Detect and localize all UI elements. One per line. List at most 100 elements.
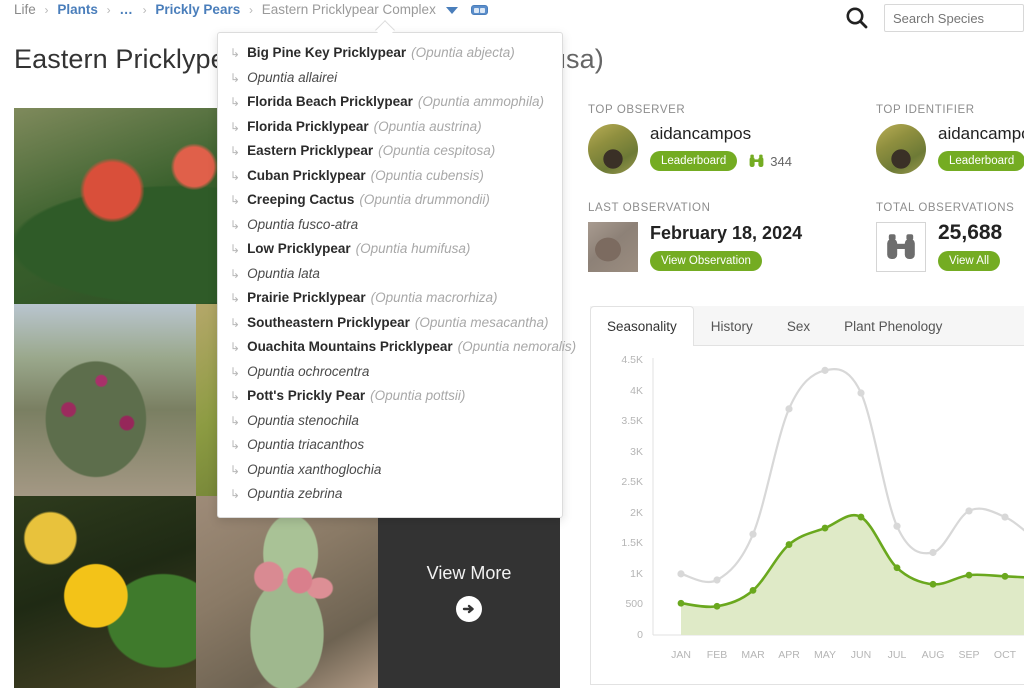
taxon-dropdown-item[interactable]: ↳ Cuban Pricklypear (Opuntia cubensis) [218,164,562,189]
taxon-dropdown-item[interactable]: ↳ Low Pricklypear (Opuntia humifusa) [218,237,562,262]
taxon-scientific-name: (Opuntia humifusa) [355,241,471,256]
search-input[interactable] [884,4,1024,32]
top-identifier-username[interactable]: aidancampos [938,124,1024,144]
view-all-button[interactable]: View All [938,251,1001,271]
data-point [713,602,721,610]
last-observation-date: February 18, 2024 [650,223,803,243]
top-observer-heading: TOP OBSERVER [588,104,686,116]
taxon-common-name: Southeastern Pricklypear [247,314,410,330]
breadcrumb-item-ellipsis[interactable]: … [119,2,134,17]
subtaxon-arrow-icon: ↳ [230,389,241,403]
taxon-scientific-name: Opuntia fusco-atra [247,216,359,232]
total-observations-count: 25,688 [938,221,1003,244]
chart-tabs: Seasonality History Sex Plant Phenology [590,306,1024,346]
seasonality-chart: 0 500 1K 1.5K 2K 2.5K 3K 3.5K 4K 4.5K JAN FEB MAR APR… [590,346,1024,685]
taxon-dropdown-item[interactable]: ↳ Opuntia ochrocentra [218,360,562,385]
chevron-down-icon[interactable] [445,6,458,14]
taxon-dropdown-item[interactable]: ↳ Ouachita Mountains Pricklypear (Opuntia … [218,335,576,360]
photo-tile-magenta-fruit-cluster[interactable] [14,304,196,496]
search-icon[interactable] [844,5,870,31]
y-axis-tick-label: 2.5K [621,476,643,489]
data-point [749,530,757,538]
taxon-dropdown-item[interactable]: ↳ Florida Pricklypear (Opuntia austrina) [218,115,562,140]
subtaxon-arrow-icon: ↳ [230,413,241,428]
photo-tile-pink-fruit-pad[interactable] [196,496,378,688]
last-observation-thumbnail[interactable] [588,222,638,272]
last-observation-heading: LAST OBSERVATION [588,202,711,214]
breadcrumb-separator: › [106,3,111,17]
avatar[interactable] [588,124,638,174]
top-identifier-block: TOP IDENTIFIER aidancampos Leaderboard [876,104,1024,174]
chart-card: Seasonality History Sex Plant Phenology … [590,306,1024,686]
leaderboard-button[interactable]: Leaderboard [650,151,738,171]
subtaxon-arrow-icon: ↳ [230,168,241,183]
top-observer-username[interactable]: aidancampos [650,124,792,144]
arrow-right-circle-icon [456,595,482,622]
y-axis-tick-label: 3.5K [621,415,643,428]
y-axis-tick-label: 3K [630,445,643,458]
taxon-common-name: Pott's Prickly Pear [247,388,366,403]
subtaxon-arrow-icon: ↳ [230,487,241,501]
avatar[interactable] [876,124,926,174]
subtaxon-arrow-icon: ↳ [230,70,241,85]
chart-plot [652,358,1024,636]
taxon-dropdown-item[interactable]: ↳ Prairie Pricklypear (Opuntia macrorhiza) [218,286,562,311]
taxon-dropdown-item[interactable]: ↳ Opuntia xanthoglochia [218,458,562,483]
breadcrumb-item-prickly-pears[interactable]: Prickly Pears [155,2,240,17]
taxon-common-name: Low Pricklypear [247,241,351,256]
taxon-dropdown-menu[interactable]: ↳ Big Pine Key Pricklypear (Opuntia abject… [217,32,576,518]
data-point [965,571,973,579]
y-axis-tick-label: 500 [625,598,643,611]
photo-tile-yellow-flower-closeup[interactable] [14,496,196,688]
subtaxon-arrow-icon: ↳ [230,291,241,305]
taxon-dropdown-item[interactable]: ↳ Opuntia triacanthos [218,433,562,458]
data-point [1001,572,1009,580]
taxon-dropdown-item[interactable]: ↳ Opuntia lata [218,262,562,287]
y-axis-tick-label: 0 [637,629,643,641]
taxon-dropdown-item[interactable]: ↳ Opuntia allairei [218,66,562,91]
breadcrumb-item-plants[interactable]: Plants [57,2,98,17]
y-axis-tick-label: 1.5K [621,537,643,550]
taxon-scientific-name: (Opuntia macrorhiza) [370,290,498,305]
rank-badge-icon [471,5,489,16]
tab-history[interactable]: History [694,306,770,346]
subtaxon-arrow-icon: ↳ [230,95,241,109]
view-more-tile[interactable]: View More [378,496,560,688]
data-point [821,524,829,532]
taxon-common-name: Eastern Pricklypear [247,143,374,158]
taxon-dropdown-item[interactable]: ↳ Pott's Prickly Pear (Opuntia pottsii) [218,384,562,409]
tab-seasonality[interactable]: Seasonality [590,306,694,346]
leaderboard-button[interactable]: Leaderboard [938,151,1024,171]
taxon-dropdown-item[interactable]: ↳ Opuntia zebrina [218,482,562,507]
x-axis-tick-label: MAY [814,649,836,661]
y-axis-tick-label: 4.5K [621,354,643,366]
subtaxon-arrow-icon: ↳ [230,438,241,452]
subtaxon-arrow-icon: ↳ [230,193,241,207]
taxon-scientific-name: (Opuntia abjecta) [411,45,515,60]
taxon-dropdown-item[interactable]: ↳ Southeastern Pricklypear (Opuntia mesaca… [218,311,562,336]
taxon-scientific-name: Opuntia lata [247,265,320,281]
x-axis-tick-label: SEP [958,649,980,661]
data-point [965,507,973,515]
view-observation-button[interactable]: View Observation [650,251,762,271]
subtaxon-arrow-icon: ↳ [230,315,241,330]
x-axis-tick-label: MAR [741,649,765,661]
taxon-dropdown-item[interactable]: ↳ Big Pine Key Pricklypear (Opuntia abject… [218,41,562,66]
subtaxon-arrow-icon: ↳ [230,462,241,477]
top-observer-block: TOP OBSERVER aidancampos Leaderboard 344 [588,104,792,174]
taxon-dropdown-item[interactable]: ↳ Eastern Pricklypear (Opuntia cespitosa) [218,139,562,164]
tab-sex[interactable]: Sex [770,306,827,346]
taxon-common-name: Florida Beach Pricklypear [247,94,413,109]
data-point [929,580,937,588]
x-axis-tick-label: JUN [850,649,872,661]
breadcrumb-item-life[interactable]: Life [14,2,36,17]
taxon-dropdown-item[interactable]: ↳ Florida Beach Pricklypear (Opuntia ammop… [218,90,562,115]
taxon-dropdown-item[interactable]: ↳ Opuntia fusco-atra [218,213,562,238]
data-point [821,366,829,374]
subtaxon-arrow-icon: ↳ [230,119,241,134]
taxon-dropdown-item[interactable]: ↳ Creeping Cactus (Opuntia drummondii) [218,188,562,213]
tab-plant-phenology[interactable]: Plant Phenology [827,306,959,346]
taxon-dropdown-item[interactable]: ↳ Opuntia stenochila [218,409,562,434]
x-axis-tick-label: FEB [706,649,728,661]
x-axis-tick-label: JUL [887,649,907,661]
